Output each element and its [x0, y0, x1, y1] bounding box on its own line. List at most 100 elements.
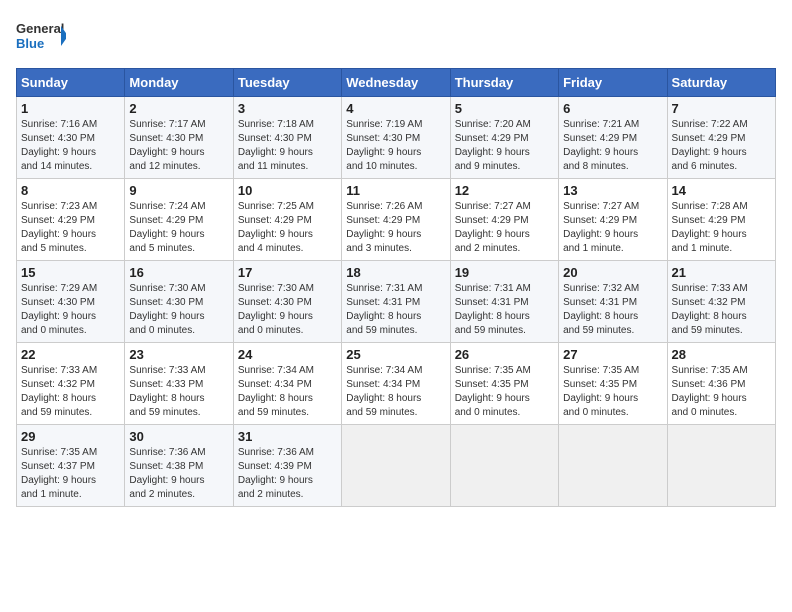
- day-number: 8: [21, 183, 120, 198]
- day-number: 10: [238, 183, 337, 198]
- calendar-cell: 8 Sunrise: 7:23 AM Sunset: 4:29 PM Daylig…: [17, 179, 125, 261]
- calendar-cell: 19 Sunrise: 7:31 AM Sunset: 4:31 PM Dayli…: [450, 261, 558, 343]
- day-number: 30: [129, 429, 228, 444]
- weekday-header-tuesday: Tuesday: [233, 69, 341, 97]
- day-info: Sunrise: 7:34 AM Sunset: 4:34 PM Dayligh…: [346, 364, 445, 420]
- calendar-cell: 31 Sunrise: 7:36 AM Sunset: 4:39 PM Dayli…: [233, 425, 341, 507]
- day-info: Sunrise: 7:34 AM Sunset: 4:34 PM Dayligh…: [238, 364, 337, 420]
- day-info: Sunrise: 7:19 AM Sunset: 4:30 PM Dayligh…: [346, 118, 445, 174]
- calendar-cell: 22 Sunrise: 7:33 AM Sunset: 4:32 PM Dayli…: [17, 343, 125, 425]
- day-info: Sunrise: 7:27 AM Sunset: 4:29 PM Dayligh…: [455, 200, 554, 256]
- day-number: 12: [455, 183, 554, 198]
- calendar-cell: [559, 425, 667, 507]
- week-row-4: 22 Sunrise: 7:33 AM Sunset: 4:32 PM Dayli…: [17, 343, 776, 425]
- week-row-2: 8 Sunrise: 7:23 AM Sunset: 4:29 PM Daylig…: [17, 179, 776, 261]
- day-info: Sunrise: 7:33 AM Sunset: 4:32 PM Dayligh…: [672, 282, 771, 338]
- day-number: 7: [672, 101, 771, 116]
- logo: General Blue: [16, 16, 66, 56]
- day-number: 20: [563, 265, 662, 280]
- day-number: 23: [129, 347, 228, 362]
- day-info: Sunrise: 7:20 AM Sunset: 4:29 PM Dayligh…: [455, 118, 554, 174]
- day-info: Sunrise: 7:31 AM Sunset: 4:31 PM Dayligh…: [455, 282, 554, 338]
- day-info: Sunrise: 7:16 AM Sunset: 4:30 PM Dayligh…: [21, 118, 120, 174]
- day-info: Sunrise: 7:36 AM Sunset: 4:39 PM Dayligh…: [238, 446, 337, 502]
- day-number: 18: [346, 265, 445, 280]
- day-number: 5: [455, 101, 554, 116]
- day-number: 22: [21, 347, 120, 362]
- calendar-cell: [667, 425, 775, 507]
- day-info: Sunrise: 7:30 AM Sunset: 4:30 PM Dayligh…: [238, 282, 337, 338]
- header: General Blue: [16, 16, 776, 56]
- calendar-cell: 3Sunrise: 7:18 AM Sunset: 4:30 PM Daylig…: [233, 97, 341, 179]
- day-number: 2: [129, 101, 228, 116]
- day-info: Sunrise: 7:23 AM Sunset: 4:29 PM Dayligh…: [21, 200, 120, 256]
- calendar-cell: 9 Sunrise: 7:24 AM Sunset: 4:29 PM Daylig…: [125, 179, 233, 261]
- day-info: Sunrise: 7:33 AM Sunset: 4:32 PM Dayligh…: [21, 364, 120, 420]
- calendar-cell: 23 Sunrise: 7:33 AM Sunset: 4:33 PM Dayli…: [125, 343, 233, 425]
- day-info: Sunrise: 7:26 AM Sunset: 4:29 PM Dayligh…: [346, 200, 445, 256]
- week-row-5: 29Sunrise: 7:35 AM Sunset: 4:37 PM Dayli…: [17, 425, 776, 507]
- day-info: Sunrise: 7:30 AM Sunset: 4:30 PM Dayligh…: [129, 282, 228, 338]
- calendar-cell: 11 Sunrise: 7:26 AM Sunset: 4:29 PM Dayli…: [342, 179, 450, 261]
- calendar-cell: 13Sunrise: 7:27 AM Sunset: 4:29 PM Dayli…: [559, 179, 667, 261]
- calendar-cell: [342, 425, 450, 507]
- calendar-cell: 1 Sunrise: 7:16 AM Sunset: 4:30 PM Daylig…: [17, 97, 125, 179]
- calendar-cell: 25 Sunrise: 7:34 AM Sunset: 4:34 PM Dayli…: [342, 343, 450, 425]
- day-number: 16: [129, 265, 228, 280]
- calendar-cell: 18Sunrise: 7:31 AM Sunset: 4:31 PM Dayli…: [342, 261, 450, 343]
- day-number: 28: [672, 347, 771, 362]
- day-info: Sunrise: 7:35 AM Sunset: 4:36 PM Dayligh…: [672, 364, 771, 420]
- calendar-cell: 30 Sunrise: 7:36 AM Sunset: 4:38 PM Dayli…: [125, 425, 233, 507]
- day-info: Sunrise: 7:27 AM Sunset: 4:29 PM Dayligh…: [563, 200, 662, 256]
- day-number: 24: [238, 347, 337, 362]
- weekday-header-sunday: Sunday: [17, 69, 125, 97]
- weekday-header-saturday: Saturday: [667, 69, 775, 97]
- day-info: Sunrise: 7:17 AM Sunset: 4:30 PM Dayligh…: [129, 118, 228, 174]
- day-number: 25: [346, 347, 445, 362]
- day-number: 9: [129, 183, 228, 198]
- day-info: Sunrise: 7:32 AM Sunset: 4:31 PM Dayligh…: [563, 282, 662, 338]
- calendar-cell: 7Sunrise: 7:22 AM Sunset: 4:29 PM Daylig…: [667, 97, 775, 179]
- day-number: 15: [21, 265, 120, 280]
- calendar-cell: 15Sunrise: 7:29 AM Sunset: 4:30 PM Dayli…: [17, 261, 125, 343]
- calendar-cell: 17 Sunrise: 7:30 AM Sunset: 4:30 PM Dayli…: [233, 261, 341, 343]
- day-info: Sunrise: 7:28 AM Sunset: 4:29 PM Dayligh…: [672, 200, 771, 256]
- calendar-cell: [450, 425, 558, 507]
- day-number: 26: [455, 347, 554, 362]
- calendar-cell: 14Sunrise: 7:28 AM Sunset: 4:29 PM Dayli…: [667, 179, 775, 261]
- calendar-cell: 24 Sunrise: 7:34 AM Sunset: 4:34 PM Dayli…: [233, 343, 341, 425]
- day-info: Sunrise: 7:33 AM Sunset: 4:33 PM Dayligh…: [129, 364, 228, 420]
- day-info: Sunrise: 7:36 AM Sunset: 4:38 PM Dayligh…: [129, 446, 228, 502]
- calendar-cell: 16 Sunrise: 7:30 AM Sunset: 4:30 PM Dayli…: [125, 261, 233, 343]
- day-info: Sunrise: 7:24 AM Sunset: 4:29 PM Dayligh…: [129, 200, 228, 256]
- weekday-header-wednesday: Wednesday: [342, 69, 450, 97]
- calendar-cell: 21 Sunrise: 7:33 AM Sunset: 4:32 PM Dayli…: [667, 261, 775, 343]
- calendar-cell: 27Sunrise: 7:35 AM Sunset: 4:35 PM Dayli…: [559, 343, 667, 425]
- day-info: Sunrise: 7:25 AM Sunset: 4:29 PM Dayligh…: [238, 200, 337, 256]
- day-number: 21: [672, 265, 771, 280]
- calendar-body: 1 Sunrise: 7:16 AM Sunset: 4:30 PM Daylig…: [17, 97, 776, 507]
- calendar-cell: 5 Sunrise: 7:20 AM Sunset: 4:29 PM Daylig…: [450, 97, 558, 179]
- week-row-1: 1 Sunrise: 7:16 AM Sunset: 4:30 PM Daylig…: [17, 97, 776, 179]
- day-number: 19: [455, 265, 554, 280]
- calendar-header: SundayMondayTuesdayWednesdayThursdayFrid…: [17, 69, 776, 97]
- week-row-3: 15Sunrise: 7:29 AM Sunset: 4:30 PM Dayli…: [17, 261, 776, 343]
- svg-text:General: General: [16, 21, 64, 36]
- day-number: 1: [21, 101, 120, 116]
- weekday-header-friday: Friday: [559, 69, 667, 97]
- day-number: 4: [346, 101, 445, 116]
- calendar-table: SundayMondayTuesdayWednesdayThursdayFrid…: [16, 68, 776, 507]
- calendar-cell: 12 Sunrise: 7:27 AM Sunset: 4:29 PM Dayli…: [450, 179, 558, 261]
- calendar-cell: 20 Sunrise: 7:32 AM Sunset: 4:31 PM Dayli…: [559, 261, 667, 343]
- calendar-cell: 26Sunrise: 7:35 AM Sunset: 4:35 PM Dayli…: [450, 343, 558, 425]
- day-number: 11: [346, 183, 445, 198]
- day-number: 17: [238, 265, 337, 280]
- calendar-cell: 28 Sunrise: 7:35 AM Sunset: 4:36 PM Dayli…: [667, 343, 775, 425]
- calendar-cell: 2 Sunrise: 7:17 AM Sunset: 4:30 PM Daylig…: [125, 97, 233, 179]
- logo-svg: General Blue: [16, 16, 66, 56]
- day-number: 6: [563, 101, 662, 116]
- weekday-header-thursday: Thursday: [450, 69, 558, 97]
- weekday-header-row: SundayMondayTuesdayWednesdayThursdayFrid…: [17, 69, 776, 97]
- day-number: 31: [238, 429, 337, 444]
- day-number: 3: [238, 101, 337, 116]
